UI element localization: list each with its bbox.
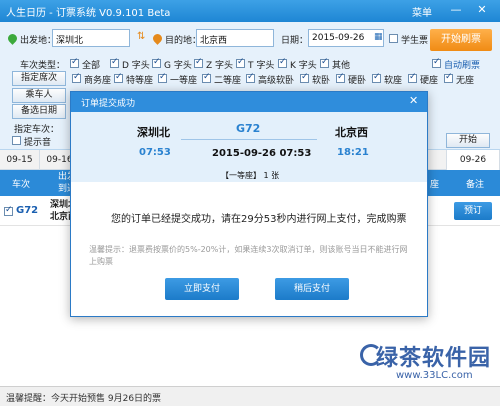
- location-pin-icon: [6, 32, 19, 45]
- dialog-close-button[interactable]: ✕: [409, 94, 418, 107]
- seat-checkbox-first[interactable]: [158, 72, 167, 83]
- student-label: 学生票: [401, 36, 429, 46]
- type-label-z: Z 字头: [206, 61, 234, 71]
- seat-label-hard-seat: 硬座: [420, 76, 439, 86]
- type-label-g: G 字头: [164, 61, 192, 71]
- seat-checkbox-soft-sleeper[interactable]: [300, 72, 309, 83]
- type-checkbox-d[interactable]: [110, 57, 119, 68]
- row-checkbox[interactable]: [4, 205, 13, 216]
- seat-label-special: 特等座: [126, 76, 154, 86]
- seat-label-soft-sleeper: 软卧: [312, 76, 331, 86]
- seat-label-deluxe-soft-sleeper: 高级软卧: [258, 76, 295, 86]
- student-checkbox[interactable]: [389, 34, 398, 43]
- status-bar: 温馨提醒：今天开始预售 9月26日的票: [0, 386, 500, 406]
- status-text: 温馨提醒：今天开始预售 9月26日的票: [6, 394, 162, 404]
- type-label-d: D 字头: [122, 61, 150, 71]
- order-success-dialog: 订单提交成功 ✕ 深圳北 07:53 G72 2015-09-26 07:53 …: [70, 91, 428, 317]
- from-label: 出发地：: [20, 36, 57, 46]
- seat-checkbox-business[interactable]: [72, 72, 81, 83]
- title-bar: 人生日历 - 订票系统 V0.9.101 Beta 菜单 — ✕: [0, 0, 500, 22]
- auto-book-checkbox[interactable]: [432, 57, 441, 68]
- seat-label-soft-seat: 软座: [384, 76, 403, 86]
- minimize-button[interactable]: —: [448, 2, 464, 18]
- date-tab-0926[interactable]: 09-26: [446, 150, 500, 170]
- to-input[interactable]: 北京西: [196, 29, 274, 47]
- auto-book-label: 自动刷票: [444, 61, 481, 71]
- seat-checkbox-deluxe-soft-sleeper[interactable]: [246, 72, 255, 83]
- calendar-icon[interactable]: ▦: [374, 32, 383, 42]
- pay-later-button[interactable]: 稍后支付: [275, 278, 349, 300]
- seat-checkbox-soft-seat[interactable]: [372, 72, 381, 83]
- type-label-t: T 字头: [248, 61, 275, 71]
- type-label-other: 其他: [332, 61, 351, 71]
- backup-date-button[interactable]: 备选日期: [12, 104, 66, 119]
- seat-label-business: 商务座: [84, 76, 112, 86]
- dialog-route-line: [181, 139, 317, 140]
- type-checkbox-k[interactable]: [278, 57, 287, 68]
- seat-label-second: 二等座: [214, 76, 242, 86]
- menu-button[interactable]: 菜单: [412, 4, 432, 19]
- dialog-title: 订单提交成功: [81, 99, 136, 109]
- dialog-datetime: 2015-09-26 07:53: [212, 148, 312, 159]
- type-label-all: 全部: [82, 61, 101, 71]
- swap-icon[interactable]: ⇅: [137, 31, 145, 42]
- row-train: G72: [16, 205, 39, 216]
- train-type-label: 车次类型：: [20, 61, 66, 71]
- window-title: 人生日历 - 订票系统 V0.9.101 Beta: [6, 8, 171, 19]
- dialog-train-number: G72: [236, 122, 261, 135]
- dialog-from-time: 07:53: [139, 147, 171, 158]
- dialog-to-station: 北京西: [335, 126, 368, 139]
- seat-checkbox-second[interactable]: [202, 72, 211, 83]
- seat-label-first: 一等座: [170, 76, 198, 86]
- tip-sound-checkbox[interactable]: [12, 136, 21, 145]
- from-input[interactable]: 深圳北: [52, 29, 130, 47]
- seat-label-no-seat: 无座: [456, 76, 475, 86]
- dialog-title-bar: 订单提交成功 ✕: [71, 92, 427, 112]
- header-seat: 座: [430, 180, 440, 190]
- date-input[interactable]: 2015-09-26: [308, 29, 384, 47]
- book-button[interactable]: 预订: [454, 202, 492, 220]
- destination-pin-icon: [151, 32, 164, 45]
- dialog-message: 您的订单已经提交成功，请在29分53秒内进行网上支付，完成购票: [111, 214, 407, 225]
- close-button[interactable]: ✕: [474, 2, 490, 18]
- specify-train-label: 指定车次：: [14, 125, 60, 135]
- watermark: 绿茶软件园 www.33LC.com: [360, 340, 500, 386]
- watermark-brand: 绿茶软件园: [376, 346, 492, 371]
- seat-select-button[interactable]: 指定席次: [12, 71, 66, 86]
- tip-sound-label: 提示音: [24, 138, 52, 148]
- dialog-trip-summary: 深圳北 07:53 G72 2015-09-26 07:53 【一等座】 1 张…: [71, 112, 427, 182]
- start-booking-button[interactable]: 开始刷票: [430, 29, 492, 51]
- dialog-tip: 温馨提示：退票费按票价的5%-20%计，如果连续3次取消订单，则该账号当日不能进…: [89, 245, 408, 266]
- passenger-button[interactable]: 乘车人: [12, 88, 66, 103]
- seat-checkbox-no-seat[interactable]: [444, 72, 453, 83]
- seat-checkbox-special[interactable]: [114, 72, 123, 83]
- header-train: 车次: [12, 180, 31, 190]
- dialog-from-station: 深圳北: [137, 126, 170, 139]
- seat-checkbox-hard-seat[interactable]: [408, 72, 417, 83]
- type-label-k: K 字头: [290, 61, 317, 71]
- type-checkbox-t[interactable]: [236, 57, 245, 68]
- type-checkbox-other[interactable]: [320, 57, 329, 68]
- dialog-seat-info: 【一等座】 1 张: [221, 171, 280, 180]
- date-tab-0915[interactable]: 09-15: [0, 150, 40, 170]
- seat-label-hard-sleeper: 硬卧: [348, 76, 367, 86]
- watermark-url: www.33LC.com: [396, 370, 473, 381]
- pay-now-button[interactable]: 立即支付: [165, 278, 239, 300]
- header-remark: 备注: [466, 180, 485, 190]
- type-checkbox-g[interactable]: [152, 57, 161, 68]
- type-checkbox-all[interactable]: [70, 57, 79, 68]
- date-label: 日期：: [281, 36, 309, 46]
- seat-checkbox-hard-sleeper[interactable]: [336, 72, 345, 83]
- dialog-to-time: 18:21: [337, 147, 369, 158]
- type-checkbox-z[interactable]: [194, 57, 203, 68]
- start-small-button[interactable]: 开始: [446, 133, 490, 148]
